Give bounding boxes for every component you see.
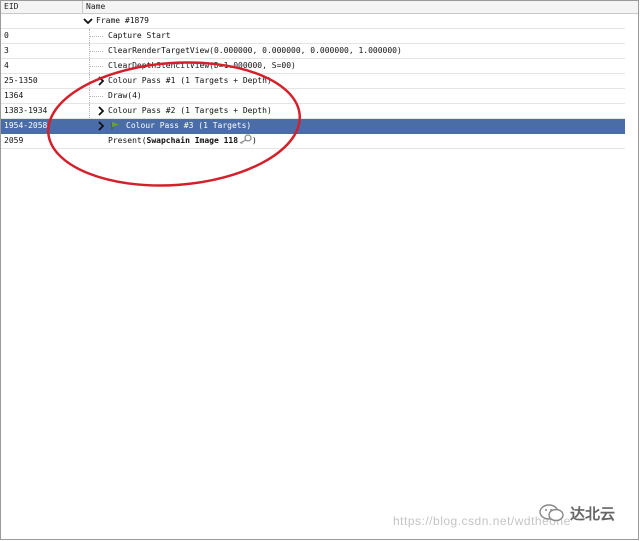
chevron-right-icon[interactable] (96, 121, 106, 131)
row-name: ClearRenderTargetView(0.000000, 0.000000… (108, 46, 402, 55)
wechat-logo-icon (539, 504, 564, 522)
column-header: EID Name (1, 1, 638, 14)
row-eid: 2059 (4, 136, 24, 145)
tree-row-clear-dsv[interactable]: 4 ClearDepthStencilView(D=1.000000, S=00… (1, 59, 625, 74)
row-eid: 3 (4, 46, 9, 55)
tree-row-frame[interactable]: Frame #1879 (1, 14, 625, 29)
present-call-close: ) (252, 136, 257, 145)
row-name: Colour Pass #1 (1 Targets + Depth) (108, 76, 272, 85)
row-name: Colour Pass #3 (1 Targets) (126, 121, 252, 130)
column-header-name[interactable]: Name (83, 1, 626, 13)
tree-row-capture-start[interactable]: 0 Capture Start (1, 29, 625, 44)
row-name: Draw(4) (108, 91, 142, 100)
chevron-down-icon[interactable] (83, 16, 93, 26)
row-name: Frame #1879 (96, 16, 149, 25)
tree-guide-line (89, 51, 103, 52)
row-eid: 25-1350 (4, 76, 38, 85)
tree-row-colour-pass-3[interactable]: 1954-2058 Colour Pass #3 (1 Targets) (1, 119, 625, 134)
tree-guide-line (89, 36, 103, 37)
row-eid: 4 (4, 61, 9, 70)
row-eid (4, 14, 78, 28)
row-eid: 1383-1934 (4, 106, 48, 115)
chevron-right-icon[interactable] (96, 76, 106, 86)
tree-row-colour-pass-1[interactable]: 25-1350 Colour Pass #1 (1 Targets + Dept… (1, 74, 625, 89)
row-eid: 1954-2058 (4, 121, 48, 130)
row-name: Capture Start (108, 31, 171, 40)
swapchain-image-link[interactable]: Swapchain Image 118 (147, 136, 239, 145)
green-flag-icon (110, 121, 120, 131)
row-name: Present(Swapchain Image 118) (108, 134, 257, 148)
column-header-eid[interactable]: EID (1, 1, 83, 13)
row-eid: 1364 (4, 91, 24, 100)
tree-guide-line (89, 104, 90, 118)
key-link-icon[interactable] (238, 134, 252, 144)
tree-guide-line (89, 66, 103, 67)
row-name: Colour Pass #2 (1 Targets + Depth) (108, 106, 272, 115)
tree-row-present[interactable]: 2059 Present(Swapchain Image 118) (1, 134, 625, 149)
tree-guide-line (89, 96, 103, 97)
present-call-label: Present( (108, 136, 147, 145)
watermark-brand: 达北云 (570, 505, 616, 523)
row-name: ClearDepthStencilView(D=1.000000, S=00) (108, 61, 296, 70)
tree-row-clear-rtv[interactable]: 3 ClearRenderTargetView(0.000000, 0.0000… (1, 44, 625, 59)
row-eid: 0 (4, 31, 9, 40)
tree-guide-line (89, 74, 90, 88)
chevron-right-icon[interactable] (96, 106, 106, 116)
tree-row-colour-pass-2[interactable]: 1383-1934 Colour Pass #2 (1 Targets + De… (1, 104, 625, 119)
event-tree: Frame #1879 0 Capture Start 3 ClearRende… (1, 14, 625, 149)
tree-row-draw[interactable]: 1364 Draw(4) (1, 89, 625, 104)
